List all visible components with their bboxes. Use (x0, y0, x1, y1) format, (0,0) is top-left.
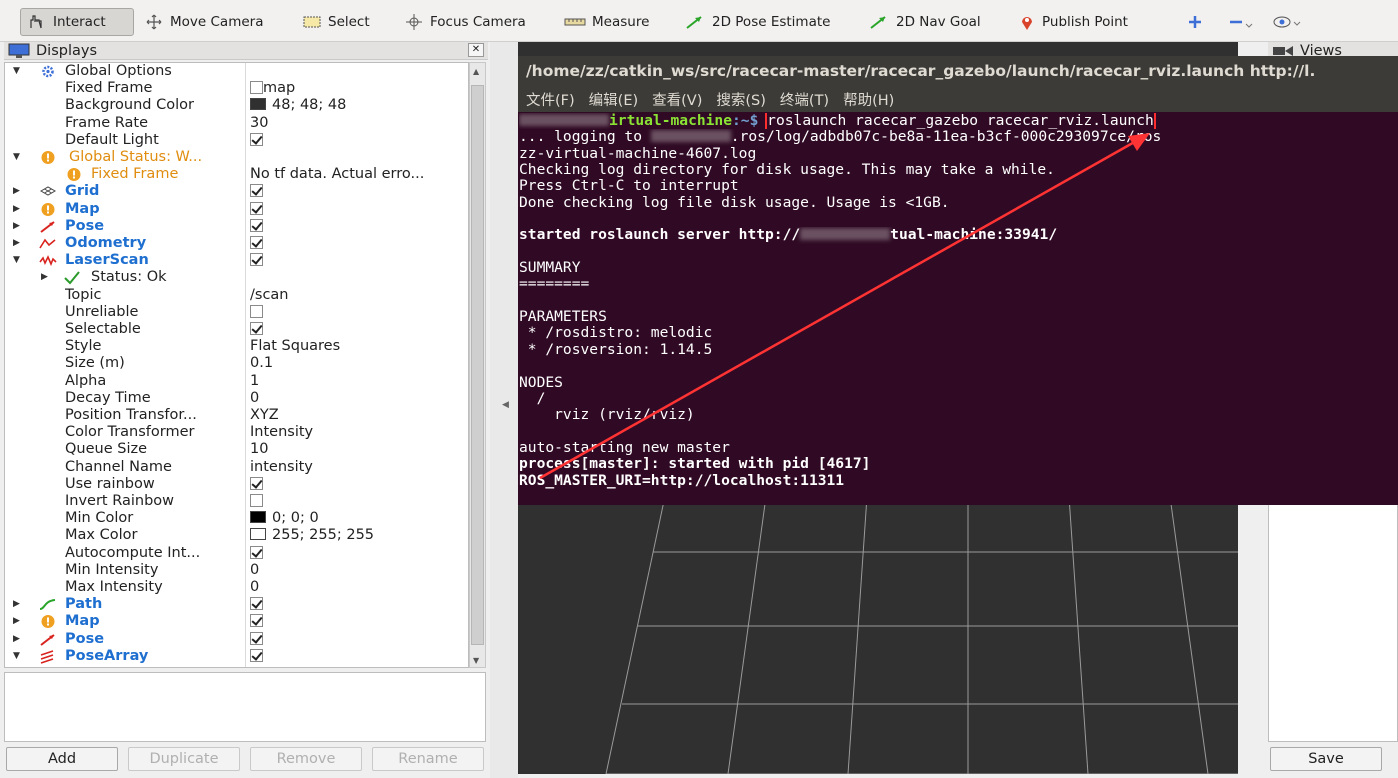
red-annotation-arrow (539, 133, 1150, 480)
